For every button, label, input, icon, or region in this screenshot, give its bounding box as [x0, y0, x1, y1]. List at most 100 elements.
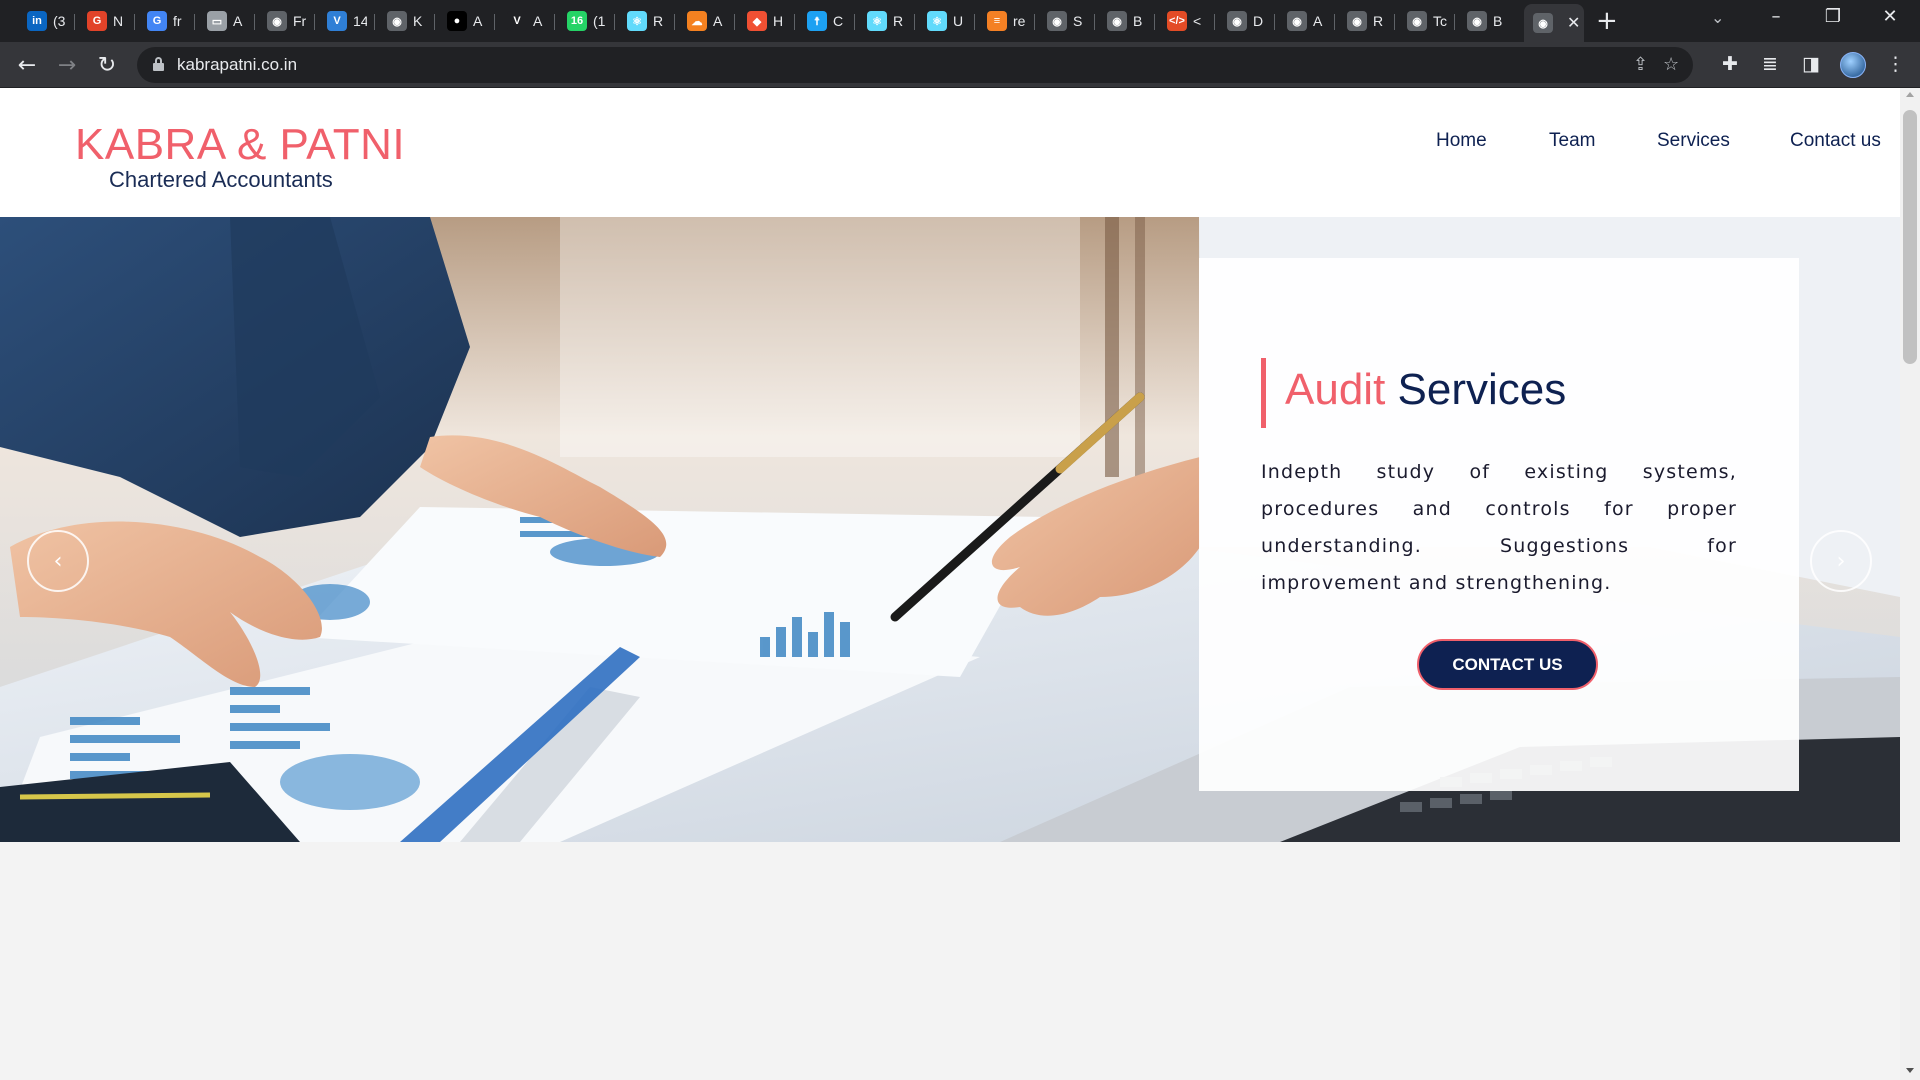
code-icon: </>: [1167, 11, 1187, 31]
browser-tab[interactable]: ◉ S: [1038, 6, 1092, 36]
hero-title-rest: Services: [1397, 365, 1567, 414]
nav-services[interactable]: Services: [1657, 130, 1730, 152]
nav-contact[interactable]: Contact us: [1790, 130, 1881, 152]
tab-separator: [614, 14, 615, 30]
tab-separator: [854, 14, 855, 30]
tab-separator: [1454, 14, 1455, 30]
hero-carousel: Audit Services Indepth study of existing…: [0, 217, 1900, 842]
globe-icon: ◉: [1227, 11, 1247, 31]
tab-title: Fr: [293, 13, 307, 29]
browser-tab[interactable]: ◉ D: [1218, 6, 1272, 36]
browser-tab-strip: ◉ B ◉ Tc ◉ R ◉ A ◉ D </> < ◉ B ◉ S ≡ re ⚛ U ⚛ R ☨ C ◆ H ☁ A ⚛ R 16 (1 V A…: [0, 0, 1920, 42]
minimize-button[interactable]: –: [1753, 6, 1799, 27]
browser-tab[interactable]: in (3: [18, 6, 72, 36]
react-icon: ⚛: [867, 11, 887, 31]
tab-separator: [314, 14, 315, 30]
menu-icon[interactable]: ⋮: [1886, 53, 1905, 75]
browser-tab[interactable]: VA: [498, 6, 552, 36]
carousel-next-button[interactable]: ›: [1810, 530, 1872, 592]
url-text[interactable]: kabrapatni.co.in: [177, 55, 297, 75]
git-icon: ◆: [747, 11, 767, 31]
new-tab-button[interactable]: +: [1596, 7, 1618, 35]
side-panel-icon[interactable]: ◨: [1802, 53, 1820, 75]
page-scrollbar[interactable]: [1900, 88, 1920, 1080]
browser-tab[interactable]: ● A: [438, 6, 492, 36]
google-icon: G: [147, 11, 167, 31]
browser-tab[interactable]: Gfr: [138, 6, 192, 36]
tab-separator: [794, 14, 795, 30]
tab-search-icon[interactable]: ⌄: [1711, 8, 1724, 27]
globe-icon: ◉: [1287, 11, 1307, 31]
site-header: KABRA & PATNI Chartered Accountants Home…: [0, 88, 1900, 217]
carousel-prev-button[interactable]: ‹: [27, 530, 89, 592]
browser-tab[interactable]: V 14: [318, 6, 372, 36]
bookmark-star-icon[interactable]: ☆: [1663, 54, 1679, 75]
browser-tab[interactable]: ≡ re: [978, 6, 1032, 36]
tab-separator: [674, 14, 675, 30]
contact-us-button[interactable]: CONTACT US: [1417, 639, 1598, 690]
active-tab[interactable]: ◉ ✕: [1524, 4, 1584, 42]
tab-title: (3: [53, 13, 66, 29]
restore-button[interactable]: ❐: [1810, 6, 1856, 27]
tab-title: K: [413, 13, 423, 29]
scroll-up-arrow[interactable]: [1906, 92, 1914, 97]
hero-title: Audit Services: [1285, 365, 1566, 415]
browser-tab[interactable]: ◉ Tc: [1398, 6, 1452, 36]
globe-icon: ◉: [1347, 11, 1367, 31]
browser-tab[interactable]: ☁ A: [678, 6, 732, 36]
tab-title: re: [1013, 13, 1026, 29]
tab-separator: [1214, 14, 1215, 30]
browser-tab[interactable]: 16 (1: [558, 6, 612, 36]
chevron-left-icon: ‹: [53, 548, 63, 574]
lock-icon[interactable]: [153, 57, 164, 71]
nav-team[interactable]: Team: [1549, 130, 1595, 152]
browser-tab[interactable]: ⚛ R: [858, 6, 912, 36]
brand-title[interactable]: KABRA & PATNI: [75, 120, 405, 170]
tab-title: 14: [353, 13, 367, 29]
browser-tab[interactable]: ◉ B: [1458, 6, 1512, 36]
stackoverflow-icon: ≡: [987, 11, 1007, 31]
forward-button[interactable]: →: [52, 50, 82, 80]
github-icon: ●: [447, 11, 467, 31]
tab-separator: [1274, 14, 1275, 30]
browser-tab[interactable]: ◆ H: [738, 6, 792, 36]
vscode-icon: V: [327, 11, 347, 31]
scroll-down-arrow[interactable]: [1906, 1068, 1914, 1073]
react-icon: ⚛: [927, 11, 947, 31]
browser-tab[interactable]: </> <: [1158, 6, 1212, 36]
share-icon[interactable]: ⇪: [1633, 54, 1648, 75]
tab-title: B: [1133, 13, 1143, 29]
nav-home[interactable]: Home: [1436, 130, 1487, 152]
tab-separator: [1394, 14, 1395, 30]
tab-title: (1: [593, 13, 606, 29]
title-accent-bar: [1261, 358, 1266, 428]
back-button[interactable]: ←: [12, 50, 42, 80]
scroll-thumb[interactable]: [1903, 110, 1917, 364]
person-icon: ☨: [807, 11, 827, 31]
browser-tab[interactable]: ▭ A: [198, 6, 252, 36]
browser-tab[interactable]: ◉ K: [378, 6, 432, 36]
browser-tab[interactable]: ◉ B: [1098, 6, 1152, 36]
tab-title: fr: [173, 13, 182, 29]
reload-button[interactable]: ↻: [92, 50, 122, 80]
close-window-button[interactable]: ✕: [1867, 6, 1913, 27]
tab-separator: [1034, 14, 1035, 30]
globe-icon: ◉: [1107, 11, 1127, 31]
close-tab-icon[interactable]: ✕: [1567, 13, 1580, 33]
tab-separator: [434, 14, 435, 30]
tab-title: A: [713, 13, 723, 29]
tab-title: H: [773, 13, 784, 29]
browser-tab[interactable]: ☨ C: [798, 6, 852, 36]
profile-avatar[interactable]: [1840, 52, 1866, 78]
browser-tab[interactable]: ◉ R: [1338, 6, 1392, 36]
address-bar[interactable]: kabrapatni.co.in ⇪ ☆: [137, 47, 1693, 83]
browser-tab[interactable]: ⚛ R: [618, 6, 672, 36]
browser-tab[interactable]: ⚛ U: [918, 6, 972, 36]
extensions-icon[interactable]: ✚: [1722, 53, 1738, 75]
tab-separator: [734, 14, 735, 30]
browser-tab[interactable]: ◉ A: [1278, 6, 1332, 36]
browser-tab[interactable]: GN: [78, 6, 132, 36]
browser-tab[interactable]: ◉ Fr: [258, 6, 312, 36]
tab-title: D: [1253, 13, 1264, 29]
media-control-icon[interactable]: ≣: [1762, 53, 1778, 75]
